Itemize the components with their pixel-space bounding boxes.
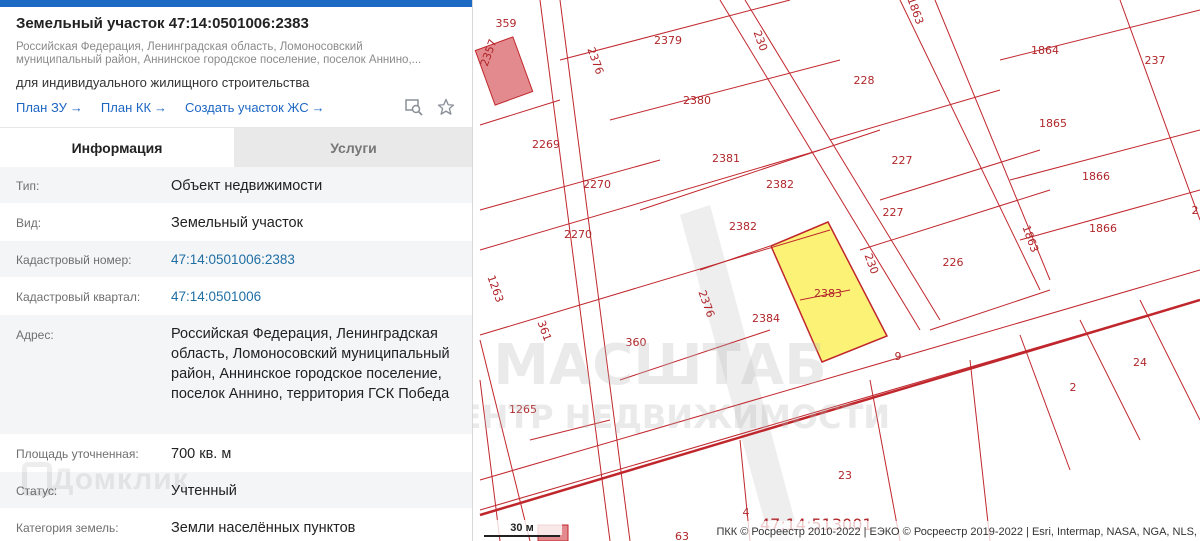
- cadastral-number-link[interactable]: 47:14:0501006:2383: [171, 250, 461, 270]
- parcel-label: 4: [743, 506, 750, 519]
- panel-tools: [404, 97, 456, 117]
- detail-value: Земли населённых пунктов: [171, 520, 356, 536]
- permitted-use: для индивидуального жилищного строительс…: [16, 75, 310, 90]
- detail-row-kind: Вид: Земельный участок: [0, 204, 472, 241]
- plan-zu-label: План ЗУ: [16, 100, 67, 115]
- plan-kk-link[interactable]: План КК →: [101, 100, 167, 115]
- panel-tabs: Информация Услуги: [0, 127, 472, 168]
- detail-value: Объект недвижимости: [171, 178, 323, 194]
- detail-row-type: Тип: Объект недвижимости: [0, 167, 472, 204]
- detail-value: Земельный участок: [171, 215, 303, 231]
- detail-row-status: Статус: Учтенный: [0, 472, 472, 509]
- create-plot-label: Создать участок ЖС: [185, 100, 309, 115]
- parcel-label: 359: [496, 17, 517, 30]
- scale-bar: 30 м: [482, 520, 562, 537]
- cadastral-quarter-link[interactable]: 47:14:0501006: [171, 287, 461, 307]
- scale-label: 30 м: [510, 522, 533, 534]
- parcel-label: 9: [895, 350, 902, 363]
- parcel-label: 228: [854, 74, 875, 87]
- parcel-label: 2: [1070, 381, 1077, 394]
- detail-row-cadastral-number: Кадастровый номер: 47:14:0501006:2383: [0, 241, 472, 278]
- detail-key: Адрес:: [16, 328, 54, 342]
- parcel-label: 2384: [752, 312, 780, 325]
- page-title: Земельный участок 47:14:0501006:2383: [16, 15, 309, 32]
- detail-key: Тип:: [16, 179, 40, 193]
- plan-zu-link[interactable]: План ЗУ →: [16, 100, 83, 115]
- detail-row-land-category: Категория земель: Земли населённых пункт…: [0, 509, 472, 541]
- plan-kk-label: План КК: [100, 100, 152, 115]
- detail-row-address: Адрес: Российская Федерация, Ленинградск…: [0, 315, 472, 435]
- detail-key: Площадь уточненная:: [16, 447, 139, 461]
- detail-key: Категория земель:: [16, 521, 119, 535]
- parcel-label: 1866: [1089, 222, 1117, 235]
- detail-key: Кадастровый квартал:: [16, 290, 141, 304]
- map-search-icon[interactable]: [404, 97, 424, 117]
- parcel-label: 24: [1133, 356, 1147, 369]
- detail-key: Вид:: [16, 216, 42, 230]
- create-plot-link[interactable]: Создать участок ЖС →: [185, 100, 325, 115]
- tab-services[interactable]: Услуги: [234, 128, 472, 168]
- map-attribution: ПКК © Росреестр 2010-2022 | ЕЭКО © Росре…: [716, 526, 1197, 538]
- parcel-label: 226: [943, 256, 964, 269]
- detail-value: Учтенный: [171, 483, 237, 499]
- tab-info[interactable]: Информация: [0, 128, 234, 168]
- parcel-label: 2270: [583, 178, 611, 191]
- parcel-label: 2382: [729, 220, 757, 233]
- arrow-right-icon: →: [311, 100, 325, 115]
- address-preview: Российская Федерация, Ленинградская обла…: [16, 41, 422, 66]
- parcel-label: 1865: [1039, 117, 1067, 130]
- map-watermark-subtitle: ЦЕНТР НЕДВИЖИМОСТИ: [430, 398, 890, 436]
- map-watermark-title: МАСШТАБ: [493, 333, 827, 398]
- action-links: План ЗУ → План КК → Создать участок ЖС →: [16, 100, 325, 115]
- detail-row-area: Площадь уточненная: 700 кв. м: [0, 435, 472, 472]
- parcel-label: 1864: [1031, 44, 1059, 57]
- parcel-label: 1866: [1082, 170, 1110, 183]
- star-icon[interactable]: [436, 97, 456, 117]
- parcel-label: 2382: [766, 178, 794, 191]
- arrow-right-icon: →: [154, 100, 168, 115]
- parcel-label: 2379: [654, 34, 682, 47]
- parcel-label: 227: [883, 206, 904, 219]
- parcel-label: 2270: [564, 228, 592, 241]
- parcel-label: 2381: [712, 152, 740, 165]
- panel-top-strip: [0, 0, 472, 7]
- detail-value: Российская Федерация, Ленинградская обла…: [171, 326, 450, 402]
- parcel-label: 2269: [532, 138, 560, 151]
- parcel-label: 2380: [683, 94, 711, 107]
- parcel-label: 2383: [814, 287, 842, 300]
- arrow-right-icon: →: [69, 100, 83, 115]
- detail-row-cadastral-quarter: Кадастровый квартал: 47:14:0501006: [0, 278, 472, 315]
- parcel-label: 23: [838, 469, 852, 482]
- detail-key: Статус:: [16, 484, 58, 498]
- detail-key: Кадастровый номер:: [16, 253, 132, 267]
- parcel-label: 227: [892, 154, 913, 167]
- info-panel: Земельный участок 47:14:0501006:2383 Рос…: [0, 0, 473, 541]
- detail-value: 700 кв. м: [171, 446, 232, 462]
- property-details: Тип: Объект недвижимости Вид: Земельный …: [0, 167, 472, 541]
- parcel-label: 237: [1145, 54, 1166, 67]
- parcel-label: 2: [1192, 204, 1199, 217]
- parcel-label: 63: [675, 530, 689, 541]
